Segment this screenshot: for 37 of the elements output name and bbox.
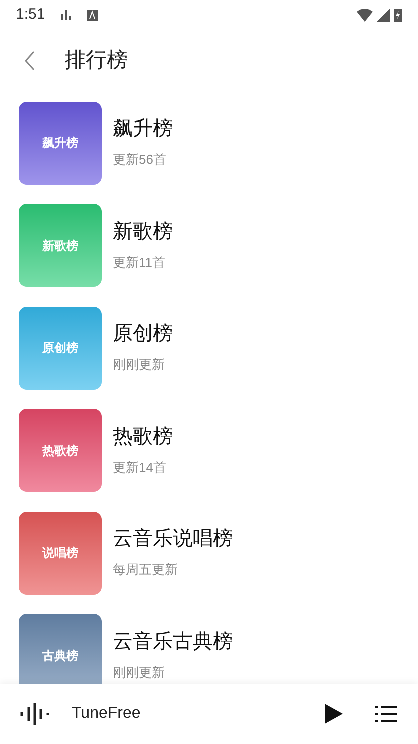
page-title: 排行榜 [65, 48, 128, 74]
update-info: 每周五更新 [113, 561, 179, 579]
cell-signal-icon [377, 8, 390, 22]
chart-name: 云音乐说唱榜 [113, 527, 233, 552]
cover-label: 古典榜 [42, 648, 78, 665]
chart-item[interactable]: 原创榜 原创榜 刚刚更新 [0, 297, 418, 400]
chart-name: 热歌榜 [113, 424, 173, 450]
chart-name: 云音乐古典榜 [113, 630, 233, 654]
cover-label: 新歌榜 [42, 238, 78, 255]
battery-icon [394, 8, 402, 22]
chart-item[interactable]: 说唱榜 云音乐说唱榜 每周五更新 [0, 502, 418, 604]
update-info: 刚刚更新 [113, 664, 166, 682]
chart-name: 新歌榜 [113, 220, 173, 244]
update-info: 更新56首 [113, 151, 168, 169]
track-title: TuneFree [72, 704, 141, 724]
cover-label: 说唱榜 [42, 545, 78, 562]
update-info: 更新11首 [113, 254, 166, 272]
cover-label: 飙升榜 [42, 135, 78, 152]
status-time: 1:51 [16, 4, 46, 25]
list-icon [375, 705, 397, 723]
chart-item[interactable]: 新歌榜 新歌榜 更新11首 [0, 194, 418, 297]
play-icon [325, 704, 343, 724]
chart-item[interactable]: 飙升榜 飙升榜 更新56首 [0, 92, 418, 194]
update-info: 刚刚更新 [113, 356, 166, 374]
wifi-icon [357, 8, 373, 22]
waveform-icon [20, 703, 50, 725]
chart-item[interactable]: 热歌榜 热歌榜 更新14首 [0, 400, 418, 502]
mini-player[interactable]: TuneFree [0, 684, 418, 744]
chart-item[interactable]: 古典榜 云音乐古典榜 刚刚更新 [0, 604, 418, 684]
signal-bars-icon [61, 10, 72, 20]
keyboard-icon [87, 10, 98, 20]
back-icon [24, 51, 36, 71]
cover-label: 热歌榜 [42, 442, 78, 460]
chart-name: 原创榜 [113, 322, 173, 347]
update-info: 更新14首 [113, 458, 168, 476]
cover-label: 原创榜 [42, 340, 78, 358]
chart-name: 飙升榜 [113, 117, 173, 142]
